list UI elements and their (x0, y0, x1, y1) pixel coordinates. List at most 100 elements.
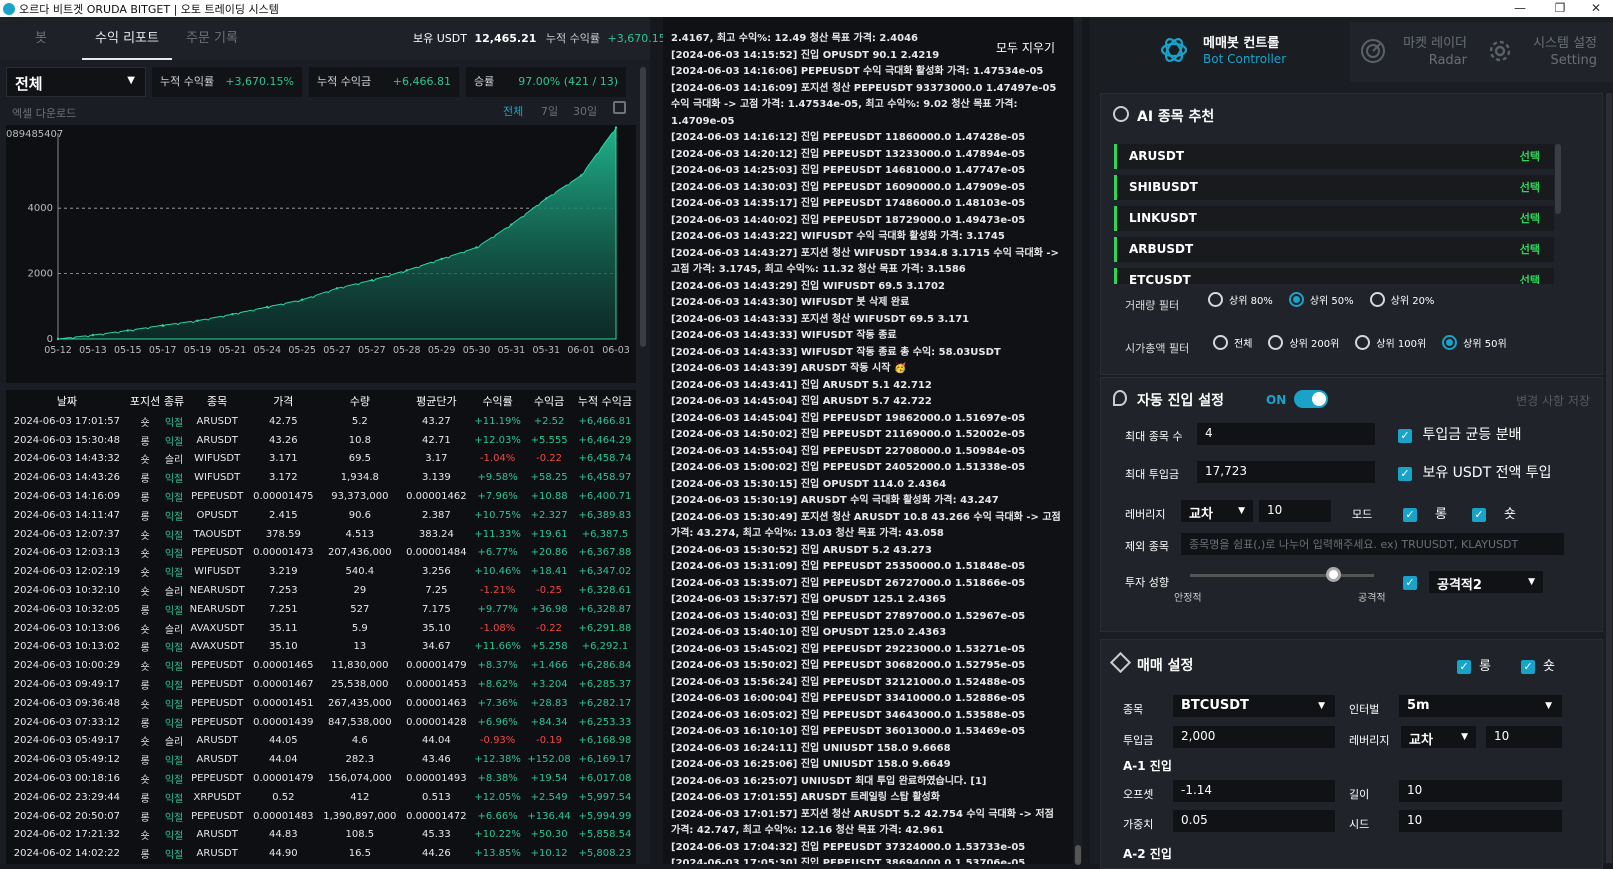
radio-option[interactable]: 상위 200위 (1268, 335, 1339, 350)
trade-leverage-mode[interactable]: 교차 ▼ (1401, 726, 1476, 748)
max-invest-input[interactable]: 17,723 (1197, 461, 1375, 483)
tab-order-history[interactable]: 주문 기록 (172, 17, 252, 60)
style-slider-handle[interactable] (1325, 567, 1341, 582)
openai-icon (1160, 38, 1188, 62)
ai-item[interactable]: ETCUSDT 선택 (1114, 268, 1554, 284)
radio-option[interactable]: 상위 80% (1208, 292, 1273, 307)
stat-cum-rate-value: +3,670.15% (225, 75, 294, 88)
table-row[interactable]: 2024-06-03 07:33:12 롱 익절 PEPEUSDT 0.00001439… (6, 713, 636, 732)
period-30d[interactable]: 30일 (573, 103, 597, 119)
ai-select-button[interactable]: 선택 (1520, 144, 1540, 169)
minimize-button[interactable]: — (1502, 0, 1538, 17)
ai-item[interactable]: SHIBUSDT 선택 (1114, 175, 1554, 200)
table-row[interactable]: 2024-06-03 00:18:16 숏 익절 PEPEUSDT 0.00001479… (6, 769, 636, 788)
ai-list-scrollbar[interactable] (1555, 144, 1561, 214)
table-row[interactable]: 2024-06-03 12:03:13 숏 익절 PEPEUSDT 0.00001473… (6, 544, 636, 563)
table-row[interactable]: 2024-06-03 14:43:32 숏 슬리 WIFUSDT 3.171 69.5 3.… (6, 450, 636, 469)
max-coins-input[interactable]: 4 (1197, 423, 1375, 445)
radio-option[interactable]: 상위 50% (1288, 292, 1354, 307)
trade-short-checkbox[interactable]: ✓ 숏 (1521, 655, 1555, 674)
ai-item[interactable]: ARUSDT 선택 (1114, 144, 1554, 169)
table-row[interactable]: 2024-06-03 09:36:48 숏 익절 PEPEUSDT 0.00001451… (6, 694, 636, 713)
excel-download-link[interactable]: 엑셀 다운로드 (12, 105, 76, 121)
table-row[interactable]: 2024-06-03 10:13:06 숏 슬리 AVAXUSDT 35.11 5.9 35… (6, 619, 636, 638)
table-cell: +6,328.87 (578, 603, 632, 615)
clear-logs-button[interactable]: 모두 지우기 (991, 37, 1059, 58)
table-row[interactable]: 2024-06-03 14:16:09 롱 익절 PEPEUSDT 0.00001475… (6, 487, 636, 506)
table-row[interactable]: 2024-06-03 10:32:10 숏 슬리 NEARUSDT 7.253 29 7.2… (6, 581, 636, 600)
right-scrollbar[interactable] (1606, 93, 1612, 863)
all-usdt-checkbox[interactable]: ✓ 보유 USDT 전액 투입 (1398, 462, 1552, 482)
offset-input[interactable]: -1.14 (1173, 780, 1335, 802)
table-row[interactable]: 2024-06-03 15:30:48 롱 익절 ARUSDT 43.26 10.8 42.… (6, 431, 636, 450)
table-cell: WIFUSDT (194, 453, 241, 465)
tab-profit-report[interactable]: 수익 리포트 (82, 17, 172, 60)
table-row[interactable]: 2024-06-03 10:00:29 숏 익절 PEPEUSDT 0.00001465… (6, 656, 636, 675)
ai-select-button[interactable]: 선택 (1520, 237, 1540, 262)
period-all[interactable]: 전체 (503, 103, 523, 119)
ai-item[interactable]: ARBUSDT 선택 (1114, 237, 1554, 262)
length-input[interactable]: 10 (1399, 780, 1562, 802)
table-row[interactable]: 2024-06-03 14:43:26 롱 익절 WIFUSDT 3.172 1,934.… (6, 468, 636, 487)
ai-select-button[interactable]: 선택 (1520, 175, 1540, 200)
ai-item[interactable]: LINKUSDT 선택 (1114, 206, 1554, 231)
calendar-icon[interactable] (613, 101, 626, 114)
table-cell: +12.38% (474, 754, 521, 766)
log-line: [2024-06-03 16:25:07] UNIUSDT 최대 투입 완료하였… (671, 775, 987, 787)
ai-select-button[interactable]: 선택 (1520, 268, 1540, 284)
maximize-button[interactable]: ❐ (1542, 0, 1578, 17)
table-row[interactable]: 2024-06-03 05:49:17 숏 슬리 ARUSDT 44.05 4.6 44.0… (6, 732, 636, 751)
table-row[interactable]: 2024-06-03 14:11:47 롱 익절 OPUSDT 2.415 90.6 2.3… (6, 506, 636, 525)
invest-input[interactable]: 2,000 (1173, 726, 1335, 748)
log-line: [2024-06-03 17:01:55] ARUSDT 트레일링 스탑 활성화 (671, 792, 940, 803)
nav-settings[interactable]: 시스템 설정 Setting (1477, 22, 1607, 82)
radio-option[interactable]: 상위 50위 (1442, 335, 1507, 350)
table-row[interactable]: 2024-06-02 23:29:44 롱 익절 XRPUSDT 0.52 412 0.51… (6, 788, 636, 807)
symbol-select[interactable]: BTCUSDT ▼ (1173, 695, 1335, 717)
close-button[interactable]: ✕ (1578, 0, 1613, 17)
style-check-icon[interactable]: ✓ (1403, 576, 1417, 590)
table-row[interactable]: 2024-06-03 12:02:19 숏 익절 WIFUSDT 3.219 540.4 3… (6, 562, 636, 581)
equal-split-checkbox[interactable]: ✓ 투입금 균등 분배 (1398, 424, 1522, 444)
table-row[interactable]: 2024-06-03 05:49:12 롱 익절 ARUSDT 44.04 282.3 43… (6, 750, 636, 769)
radio-label: 상위 200위 (1289, 339, 1340, 350)
radio-option[interactable]: 전체 (1213, 335, 1252, 350)
mode-short-checkbox[interactable]: ✓ 숏 (1472, 503, 1516, 522)
x-tick-label: 05-31 (498, 345, 526, 356)
leverage-mode-select[interactable]: 교차 ▼ (1181, 500, 1253, 522)
interval-select[interactable]: 5m ▼ (1399, 695, 1562, 717)
scrollbar-left[interactable] (640, 67, 646, 347)
period-7d[interactable]: 7일 (541, 103, 558, 119)
save-changes-button[interactable]: 변경 사항 저장 (1516, 392, 1590, 409)
ai-select-button[interactable]: 선택 (1520, 206, 1540, 231)
period-select[interactable]: 전체 ▼ (6, 67, 146, 97)
log-scrollbar[interactable] (1074, 17, 1082, 865)
trade-leverage-input[interactable]: 10 (1486, 726, 1562, 748)
mode-long-checkbox[interactable]: ✓ 롱 (1403, 503, 1447, 522)
nav-radar[interactable]: 마켓 레이더 Radar (1350, 22, 1477, 82)
weight-input[interactable]: 0.05 (1173, 810, 1335, 832)
table-cell: +6,169.17 (578, 754, 632, 766)
table-row[interactable]: 2024-06-02 14:02:22 롱 익절 ARUSDT 44.90 16.5 44.… (6, 844, 636, 863)
nav-bot-controller[interactable]: 메매봇 컨트롤 Bot Controller (1103, 22, 1350, 82)
table-row[interactable]: 2024-06-02 17:21:32 숏 익절 ARUSDT 44.83 108.5 45… (6, 826, 636, 845)
auto-toggle-switch[interactable] (1294, 390, 1328, 408)
table-row[interactable]: 2024-06-03 12:07:37 숏 익절 TAOUSDT 378.59 4.513… (6, 525, 636, 544)
trade-long-checkbox[interactable]: ✓ 롱 (1457, 655, 1491, 674)
style-select[interactable]: 공격적2 ▼ (1429, 571, 1543, 593)
table-row[interactable]: 2024-06-03 10:13:02 롱 익절 AVAXUSDT 35.10 13 34.… (6, 638, 636, 657)
table-row[interactable]: 2024-06-03 09:49:17 롱 익절 PEPEUSDT 0.00001467… (6, 675, 636, 694)
style-slider-track[interactable] (1190, 574, 1374, 577)
tab-bot[interactable]: 봇 (0, 17, 82, 60)
table-row[interactable]: 2024-06-02 20:50:07 롱 익절 PEPEUSDT 0.00001483… (6, 807, 636, 826)
x-tick-label: 05-27 (358, 345, 386, 356)
table-row[interactable]: 2024-06-03 17:01:57 숏 익절 ARUSDT 42.75 5.2 43.2… (6, 412, 636, 431)
table-row[interactable]: 2024-06-03 10:32:05 롱 익절 NEARUSDT 7.251 527 7.… (6, 600, 636, 619)
exclude-input[interactable]: 종목명을 쉼표(,)로 나누어 입력해주세요. ex) TRUUSDT, KLA… (1181, 533, 1564, 555)
x-tick-label: 05-21 (219, 345, 247, 356)
log-scroll-thumb[interactable] (1075, 845, 1081, 865)
seed-input[interactable]: 10 (1399, 810, 1562, 832)
radio-option[interactable]: 상위 20% (1369, 292, 1434, 307)
radio-option[interactable]: 상위 100위 (1355, 335, 1426, 350)
leverage-input[interactable]: 10 (1259, 500, 1331, 522)
